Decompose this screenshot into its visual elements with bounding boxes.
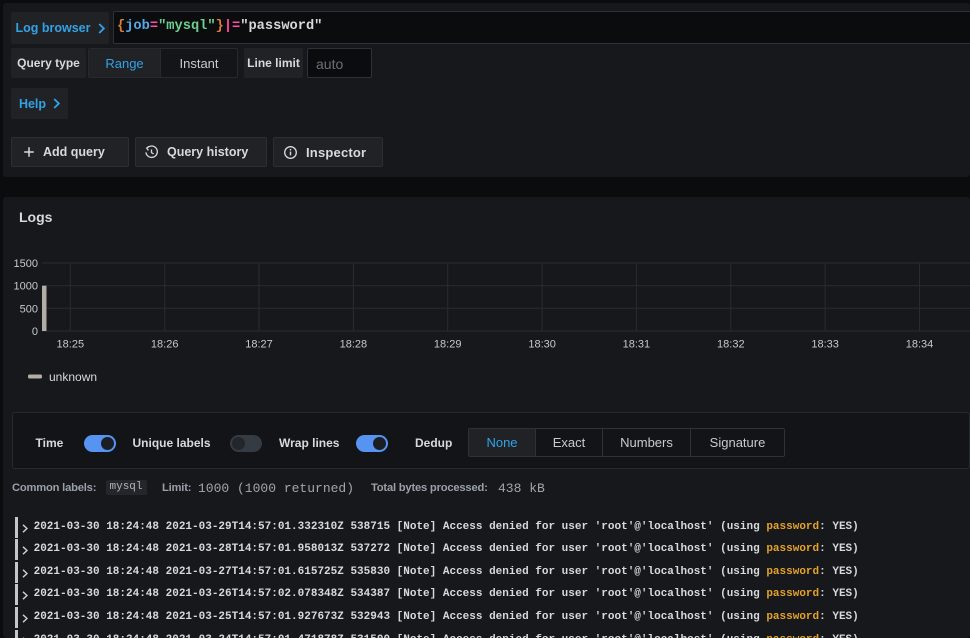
svg-text:18:28: 18:28 [340, 339, 368, 351]
svg-text:18:32: 18:32 [717, 339, 745, 351]
svg-text:18:25: 18:25 [57, 339, 85, 351]
svg-text:18:33: 18:33 [811, 339, 839, 351]
svg-text:18:26: 18:26 [151, 339, 179, 351]
svg-text:1500: 1500 [14, 258, 38, 270]
svg-text:18:29: 18:29 [434, 339, 462, 351]
svg-text:0: 0 [32, 326, 38, 338]
svg-text:unknown: unknown [49, 370, 97, 384]
svg-text:18:34: 18:34 [906, 339, 934, 351]
svg-text:18:27: 18:27 [245, 339, 273, 351]
svg-text:500: 500 [20, 303, 38, 315]
svg-text:18:30: 18:30 [528, 339, 556, 351]
svg-text:18:31: 18:31 [623, 339, 651, 351]
svg-text:1000: 1000 [14, 281, 38, 293]
